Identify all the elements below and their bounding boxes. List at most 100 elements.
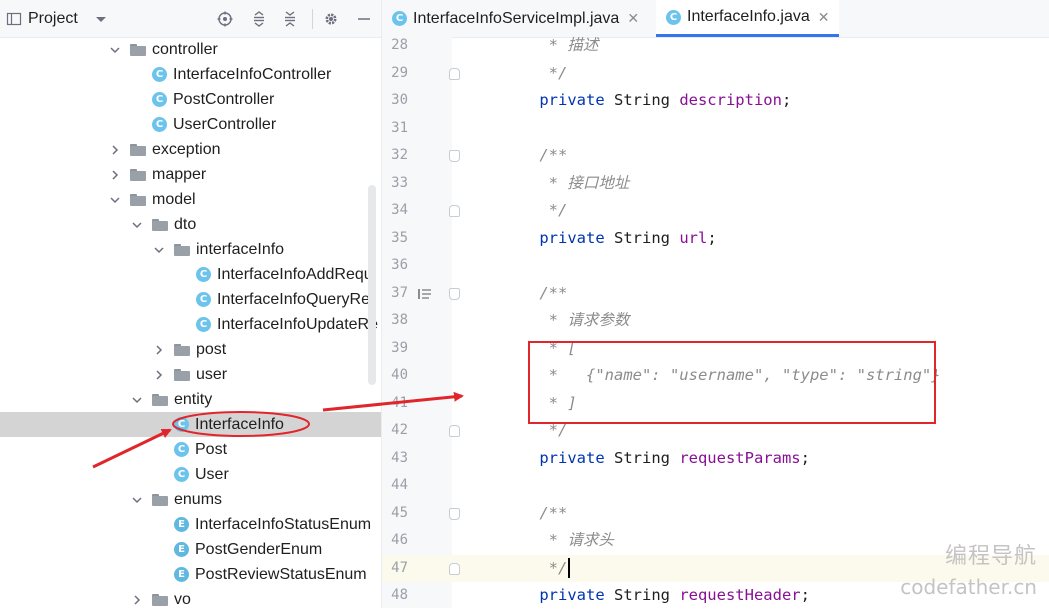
panel-title[interactable]: Project	[28, 10, 78, 28]
code-line[interactable]: 29 */	[382, 60, 1049, 88]
code-line[interactable]: 30 private String description;	[382, 87, 1049, 115]
code-line[interactable]: 44	[382, 472, 1049, 500]
code-line[interactable]: 35 private String url;	[382, 225, 1049, 253]
minimize-icon[interactable]	[353, 0, 375, 37]
code-line[interactable]: 45 /**	[382, 500, 1049, 528]
fold-start-icon[interactable]	[449, 507, 460, 520]
tree-item[interactable]: C InterfaceInfoQueryRe	[0, 287, 381, 312]
tree-item[interactable]: C User	[0, 462, 381, 487]
java-class-icon: C	[196, 292, 211, 307]
code-line[interactable]: 32 /**	[382, 142, 1049, 170]
code-text: * 请求头	[502, 527, 614, 555]
fold-end-icon[interactable]	[449, 67, 460, 80]
chevron-right-icon[interactable]	[108, 143, 122, 157]
tree-item[interactable]: entity	[0, 387, 381, 412]
tree-item[interactable]: model	[0, 187, 381, 212]
tree-item[interactable]: user	[0, 362, 381, 387]
expand-all-icon[interactable]	[248, 0, 270, 37]
tree-item[interactable]: C UserController	[0, 112, 381, 137]
close-icon[interactable]: ✕	[627, 10, 639, 27]
tree-item[interactable]: dto	[0, 212, 381, 237]
code-token: description	[679, 91, 782, 109]
package-folder-icon	[152, 218, 168, 231]
chevron-right-icon[interactable]	[108, 168, 122, 182]
code-token: ;	[781, 91, 792, 109]
code-text: * 请求参数	[502, 307, 630, 335]
project-view-icon[interactable]	[4, 0, 24, 37]
chevron-right-icon[interactable]	[130, 593, 144, 607]
fold-start-icon[interactable]	[449, 150, 460, 162]
tree-item[interactable]: mapper	[0, 162, 381, 187]
tree-item[interactable]: C InterfaceInfoController	[0, 62, 381, 87]
code-token: requestHeader	[679, 586, 801, 604]
tree-item[interactable]: C PostController	[0, 87, 381, 112]
package-folder-icon	[130, 193, 146, 206]
code-area[interactable]: 28 * 描述 29 */30 private String descriptio…	[382, 36, 1049, 608]
tree-item-label: InterfaceInfo	[195, 415, 284, 433]
tree-item[interactable]: E InterfaceInfoStatusEnum	[0, 512, 381, 537]
line-number: 30	[391, 92, 408, 108]
java-enum-icon: E	[174, 542, 189, 557]
java-class-icon: C	[174, 442, 189, 457]
code-line[interactable]: 28 * 描述	[382, 32, 1049, 60]
tree-item[interactable]: C InterfaceInfoAddRequ	[0, 262, 381, 287]
tree-item-label: User	[195, 465, 229, 483]
tree-item-label: PostGenderEnum	[195, 540, 323, 558]
code-line[interactable]: 31	[382, 115, 1049, 143]
chevron-right-icon[interactable]	[152, 368, 166, 382]
line-number: 39	[391, 339, 408, 356]
tree-item[interactable]: E PostGenderEnum	[0, 537, 381, 562]
chevron-down-icon[interactable]	[130, 493, 144, 507]
code-editor[interactable]: C InterfaceInfoServiceImpl.java ✕ C Inte…	[381, 0, 1049, 608]
tree-item[interactable]: exception	[0, 137, 381, 162]
close-icon[interactable]: ✕	[818, 9, 830, 26]
code-text: private String description;	[502, 87, 791, 115]
code-text: /**	[502, 142, 567, 170]
fold-end-icon[interactable]	[449, 425, 460, 437]
code-token: ;	[707, 228, 717, 247]
code-token: * 接口地址	[502, 173, 630, 192]
fold-end-icon[interactable]	[449, 205, 460, 217]
collapse-all-icon[interactable]	[279, 0, 301, 37]
chevron-right-icon[interactable]	[152, 343, 166, 357]
code-line[interactable]: 43 private String requestParams;	[382, 445, 1049, 473]
locate-icon[interactable]	[214, 0, 236, 37]
gear-icon[interactable]	[320, 0, 342, 37]
package-folder-icon	[174, 368, 190, 381]
project-panel: Project controller C InterfaceInfoControll…	[0, 0, 381, 608]
code-token: String	[604, 586, 680, 604]
code-line[interactable]: 38 * 请求参数	[382, 307, 1049, 335]
package-folder-icon	[130, 43, 146, 56]
fold-start-icon[interactable]	[449, 287, 460, 300]
code-line[interactable]: 36	[382, 252, 1049, 280]
tree-item[interactable]: vo	[0, 587, 381, 608]
tree-scrollbar[interactable]	[368, 185, 376, 385]
chevron-down-icon[interactable]	[108, 43, 122, 57]
java-class-icon: C	[174, 417, 189, 432]
tree-item[interactable]: C Post	[0, 437, 381, 462]
chevron-down-icon[interactable]	[108, 193, 122, 207]
chevron-down-icon[interactable]	[152, 243, 166, 257]
code-line[interactable]: 37 /**	[382, 280, 1049, 308]
tree-item[interactable]: C InterfaceInfoUpdateRe	[0, 312, 381, 337]
render-doc-icon[interactable]	[418, 287, 432, 299]
chevron-down-icon[interactable]	[130, 218, 144, 232]
chevron-down-icon[interactable]	[130, 393, 144, 407]
watermark-line2: codefather.cn	[900, 575, 1037, 599]
tree-item[interactable]: interfaceInfo	[0, 237, 381, 262]
package-folder-icon	[130, 168, 146, 181]
tree-item[interactable]: enums	[0, 487, 381, 512]
fold-end-icon[interactable]	[449, 562, 460, 575]
code-line[interactable]: 33 * 接口地址	[382, 170, 1049, 198]
chevron-down-icon[interactable]	[92, 0, 110, 37]
tree-item[interactable]: C InterfaceInfo	[0, 412, 381, 437]
code-line[interactable]: 34 */	[382, 197, 1049, 225]
tree-item[interactable]: E PostReviewStatusEnum	[0, 562, 381, 587]
package-folder-icon	[130, 143, 146, 156]
package-folder-icon	[152, 493, 168, 506]
tree-item[interactable]: post	[0, 337, 381, 362]
annotation-highlight-box	[528, 341, 936, 424]
tree-item[interactable]: controller	[0, 37, 381, 62]
code-text: * 描述	[502, 32, 599, 60]
